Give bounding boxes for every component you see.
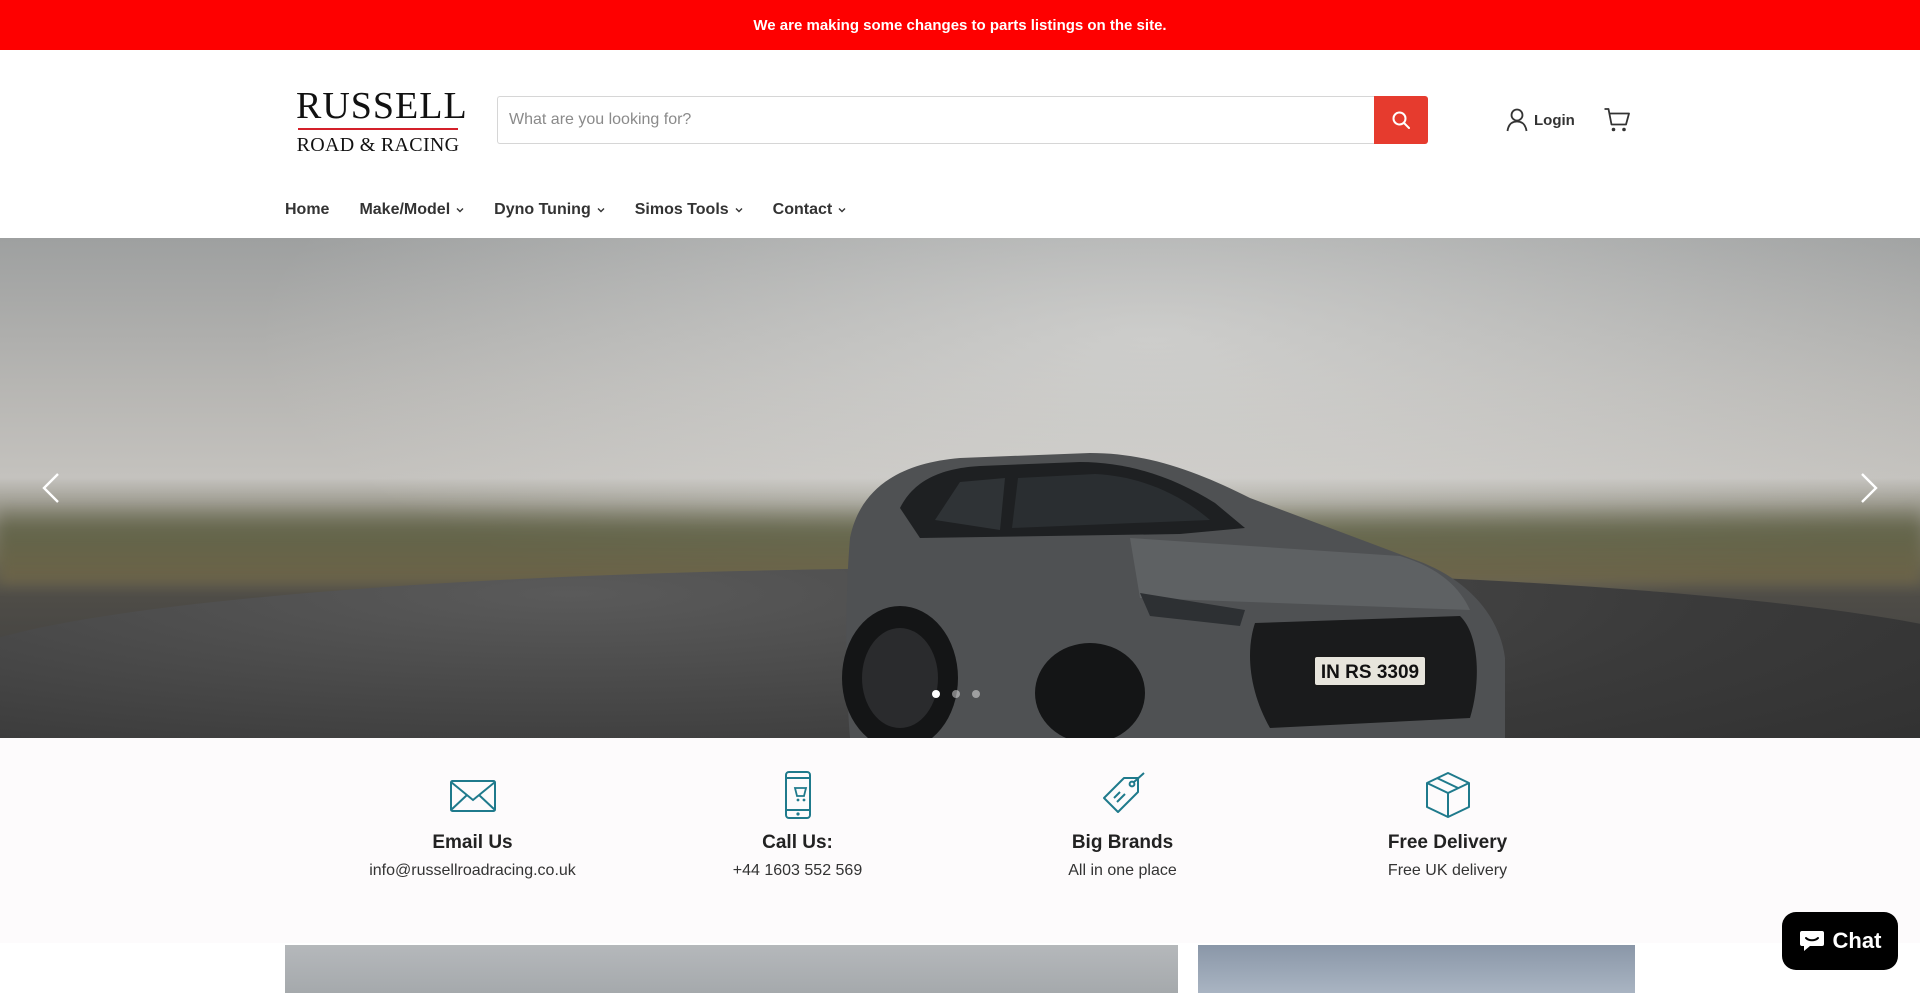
chevron-down-icon xyxy=(838,208,846,213)
main-nav: Home Make/Model Dyno Tuning Simos Tools … xyxy=(285,196,876,224)
search-button[interactable] xyxy=(1374,96,1428,144)
slideshow-prev-button[interactable] xyxy=(34,470,70,506)
car-image: IN RS 3309 xyxy=(842,453,1505,738)
login-label: Login xyxy=(1534,111,1575,129)
logo-rule xyxy=(298,128,458,130)
nav-label-contact: Contact xyxy=(772,201,833,218)
logo-line-2: ROAD & RACING xyxy=(296,134,460,156)
cart-icon xyxy=(1604,108,1630,132)
announcement-bar: We are making some changes to parts list… xyxy=(0,0,1920,50)
feature-title-delivery: Free Delivery xyxy=(1387,832,1508,853)
search-bar xyxy=(497,96,1428,144)
nav-item-dyno-tuning[interactable]: Dyno Tuning xyxy=(494,201,605,219)
cart-button[interactable] xyxy=(1603,106,1631,134)
slideshow-next-button[interactable] xyxy=(1850,470,1886,506)
slide-dot-1[interactable] xyxy=(932,690,940,698)
announcement-text: We are making some changes to parts list… xyxy=(753,16,1167,34)
price-tag-icon xyxy=(1102,772,1145,813)
feature-text-email[interactable]: info@russellroadracing.co.uk xyxy=(310,862,635,880)
feature-title-call: Call Us: xyxy=(762,832,833,853)
feature-text-brands: All in one place xyxy=(1068,862,1177,879)
nav-item-contact[interactable]: Contact xyxy=(773,201,847,219)
feature-title-brands: Big Brands xyxy=(1071,832,1174,853)
mobile-phone-icon xyxy=(784,771,811,819)
slide-dot-2[interactable] xyxy=(952,690,960,698)
feature-email: Email Us info@russellroadracing.co.uk xyxy=(310,770,635,880)
chevron-right-icon xyxy=(1861,473,1878,503)
collection-tile-2[interactable] xyxy=(1198,945,1635,993)
nav-item-home[interactable]: Home xyxy=(285,201,329,219)
chevron-down-icon xyxy=(597,208,605,213)
nav-label-dyno-tuning: Dyno Tuning xyxy=(494,201,591,218)
nav-label-simos-tools: Simos Tools xyxy=(634,201,729,218)
feature-brands: Big Brands All in one place xyxy=(960,770,1285,880)
chat-button[interactable]: Chat xyxy=(1782,912,1898,970)
search-input[interactable] xyxy=(497,96,1374,144)
slideshow-dots xyxy=(932,690,980,698)
feature-text-call[interactable]: +44 1603 552 569 xyxy=(635,862,960,880)
user-icon xyxy=(1506,108,1528,132)
chevron-left-icon xyxy=(42,473,59,503)
feature-delivery: Free Delivery Free UK delivery xyxy=(1285,770,1610,880)
chevron-down-icon xyxy=(735,208,743,213)
collection-tile-1[interactable] xyxy=(285,945,1178,993)
site-header: RUSSELL ROAD & RACING Login Home xyxy=(0,50,1920,238)
logo-line-1: RUSSELL xyxy=(296,85,468,127)
site-logo[interactable]: RUSSELL ROAD & RACING xyxy=(296,85,468,156)
search-icon xyxy=(1392,111,1410,129)
hero-slideshow[interactable]: IN RS 3309 xyxy=(0,238,1920,738)
nav-item-simos-tools[interactable]: Simos Tools xyxy=(635,201,743,219)
chat-bubble-icon xyxy=(1799,931,1824,951)
box-icon xyxy=(1425,772,1470,818)
feature-call: Call Us: +44 1603 552 569 xyxy=(635,770,960,880)
login-link[interactable]: Login xyxy=(1506,107,1575,133)
envelope-icon xyxy=(449,780,496,812)
nav-label-make-model: Make/Model xyxy=(359,201,451,218)
chevron-down-icon xyxy=(456,208,464,213)
nav-label-home: Home xyxy=(285,201,330,218)
feature-title-email: Email Us xyxy=(432,832,513,853)
license-plate-text: IN RS 3309 xyxy=(1321,662,1419,683)
slide-dot-3[interactable] xyxy=(972,690,980,698)
feature-text-delivery: Free UK delivery xyxy=(1387,862,1508,879)
chat-label: Chat xyxy=(1832,928,1882,953)
features-row: Email Us info@russellroadracing.co.uk Ca… xyxy=(0,738,1920,943)
nav-item-make-model[interactable]: Make/Model xyxy=(359,201,464,219)
